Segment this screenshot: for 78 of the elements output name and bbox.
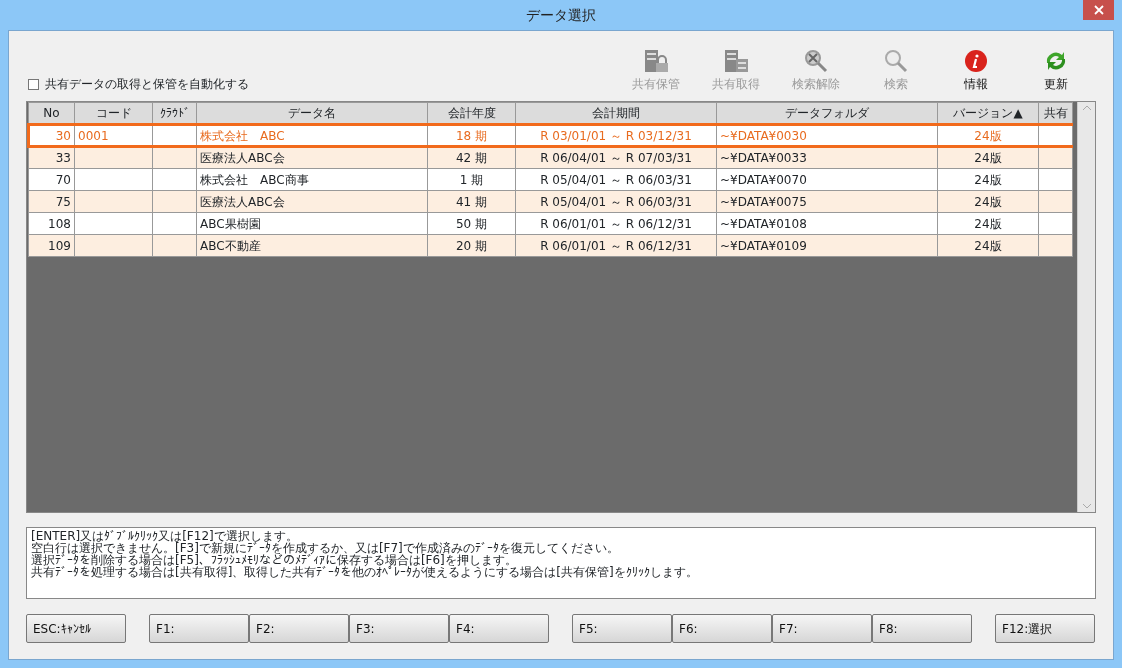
- close-icon: [1093, 5, 1104, 15]
- window-title: データ選択: [526, 5, 596, 25]
- column-header[interactable]: 共有: [1038, 102, 1073, 125]
- table-cell: 24版: [974, 128, 1002, 143]
- table-cell: ABC不動産: [200, 238, 261, 253]
- table-cell: 医療法人ABC会: [200, 194, 285, 209]
- table-cell: 50 期: [455, 216, 488, 231]
- table-cell: 33: [55, 151, 71, 165]
- function-key-button[interactable]: F4:: [449, 614, 549, 643]
- table-cell: 1 期: [459, 172, 484, 187]
- function-key-button[interactable]: F2:: [249, 614, 349, 643]
- table-cell: 0001: [78, 128, 109, 143]
- table-cell: 24版: [974, 172, 1002, 187]
- table-row[interactable]: 70 株式会社 ABC商事 1 期 R 05/04/01 ～ R 06/03/31 ~¥DATA¥0070 24版: [28, 168, 1077, 191]
- server-lock-icon: [643, 49, 669, 73]
- table-cell: 70: [55, 172, 71, 187]
- column-header[interactable]: データ名: [196, 102, 428, 125]
- close-button[interactable]: [1083, 0, 1114, 20]
- table-cell: 41 期: [455, 194, 488, 209]
- table-cell: 24版: [974, 238, 1002, 253]
- help-text: 共有ﾃﾞｰﾀを処理する場合は[共有取得]、取得した共有ﾃﾞｰﾀを他のｵﾍﾟﾚｰﾀが使えるようにする場合は[共有保管]をｸﾘｯｸします。: [31, 566, 699, 578]
- table-cell: R 05/04/01 ～ R 06/03/31: [540, 172, 692, 187]
- table-cell: ~¥DATA¥0109: [720, 238, 807, 253]
- table-cell: 株式会社 ABC商事: [200, 172, 309, 187]
- table-cell: 108: [48, 216, 71, 231]
- magnifier-cross-icon: [803, 49, 829, 73]
- function-key-button[interactable]: F6:: [672, 614, 772, 643]
- table-cell: ~¥DATA¥0033: [720, 151, 807, 165]
- table-cell: 75: [55, 194, 71, 209]
- table-cell: ~¥DATA¥0030: [720, 128, 807, 143]
- checkbox-label: 共有データの取得と保管を自動化する: [45, 76, 249, 93]
- function-key-button[interactable]: F8:: [872, 614, 972, 643]
- table-cell: ABC果樹園: [200, 216, 261, 231]
- table-cell: 24版: [974, 194, 1002, 209]
- search-icon: [883, 49, 909, 73]
- column-header[interactable]: No: [28, 102, 75, 125]
- table-row[interactable]: 109 ABC不動産 20 期 R 06/01/01 ～ R 06/12/31 ~¥DATA¥0109 24版: [28, 234, 1077, 257]
- info-icon: [963, 49, 989, 73]
- table-cell: R 06/04/01 ～ R 07/03/31: [540, 151, 692, 165]
- table-cell: 株式会社 ABC: [200, 128, 285, 143]
- table-cell: R 03/01/01 ～ R 03/12/31: [540, 128, 692, 143]
- help-text: 空白行は選択できません。[F3]で新規にﾃﾞｰﾀを作成するか、又は[F7]で作成済みのﾃﾞｰﾀを復元してください。: [31, 542, 620, 554]
- checkbox[interactable]: [28, 78, 39, 90]
- function-key-button[interactable]: F1:: [149, 614, 249, 643]
- function-key-button[interactable]: F12:選択: [995, 614, 1095, 643]
- table-cell: 109: [48, 238, 71, 253]
- table-cell: ~¥DATA¥0108: [720, 216, 807, 231]
- toolbar-button[interactable]: 情報: [936, 49, 1016, 93]
- column-header[interactable]: コード: [74, 102, 153, 125]
- table-cell: 30: [55, 128, 71, 143]
- table-cell: R 05/04/01 ～ R 06/03/31: [540, 194, 692, 209]
- table-row[interactable]: 108 ABC果樹園 50 期 R 06/01/01 ～ R 06/12/31 ~¥DATA¥0108 24版: [28, 212, 1077, 235]
- column-header[interactable]: ｸﾗｳﾄﾞ: [152, 102, 197, 125]
- server-icon: [723, 49, 749, 73]
- column-header[interactable]: バージョン▲: [937, 102, 1039, 125]
- function-key-button[interactable]: F7:: [772, 614, 872, 643]
- function-key-button[interactable]: F3:: [349, 614, 449, 643]
- table-row[interactable]: 33 医療法人ABC会 42 期 R 06/04/01 ～ R 07/03/31 ~¥DATA¥0033 24版: [28, 146, 1077, 169]
- help-text: [ENTER]又はﾀﾞﾌﾞﾙｸﾘｯｸ又は[F12]で選択します。: [31, 530, 298, 542]
- function-key-button[interactable]: F5:: [572, 614, 672, 643]
- table-cell: 42 期: [455, 151, 488, 165]
- table-cell: 24版: [974, 151, 1002, 165]
- table-cell: 20 期: [455, 238, 488, 253]
- table-cell: ~¥DATA¥0075: [720, 194, 807, 209]
- column-header[interactable]: 会計期間: [515, 102, 717, 125]
- table-cell: R 06/01/01 ～ R 06/12/31: [540, 238, 692, 253]
- table-cell: 18 期: [455, 128, 488, 143]
- help-text: 選択ﾃﾞｰﾀを削除する場合は[F5]、ﾌﾗｯｼｭﾒﾓﾘなどのﾒﾃﾞｨｱに保存する場合は[F6]を押します。: [31, 554, 517, 566]
- function-key-button[interactable]: ESC:ｷｬﾝｾﾙ: [26, 614, 126, 643]
- column-header[interactable]: データフォルダ: [716, 102, 938, 125]
- table-cell: R 06/01/01 ～ R 06/12/31: [540, 216, 692, 231]
- table-cell: ~¥DATA¥0070: [720, 172, 807, 187]
- table-cell: 医療法人ABC会: [200, 151, 285, 165]
- table-row[interactable]: 75 医療法人ABC会 41 期 R 05/04/01 ～ R 06/03/31 ~¥DATA¥0075 24版: [28, 190, 1077, 213]
- toolbar-button[interactable]: 更新: [1016, 49, 1096, 93]
- table-cell: 24版: [974, 216, 1002, 231]
- column-header[interactable]: 会計年度: [427, 102, 516, 125]
- scrollbar[interactable]: [1077, 102, 1095, 512]
